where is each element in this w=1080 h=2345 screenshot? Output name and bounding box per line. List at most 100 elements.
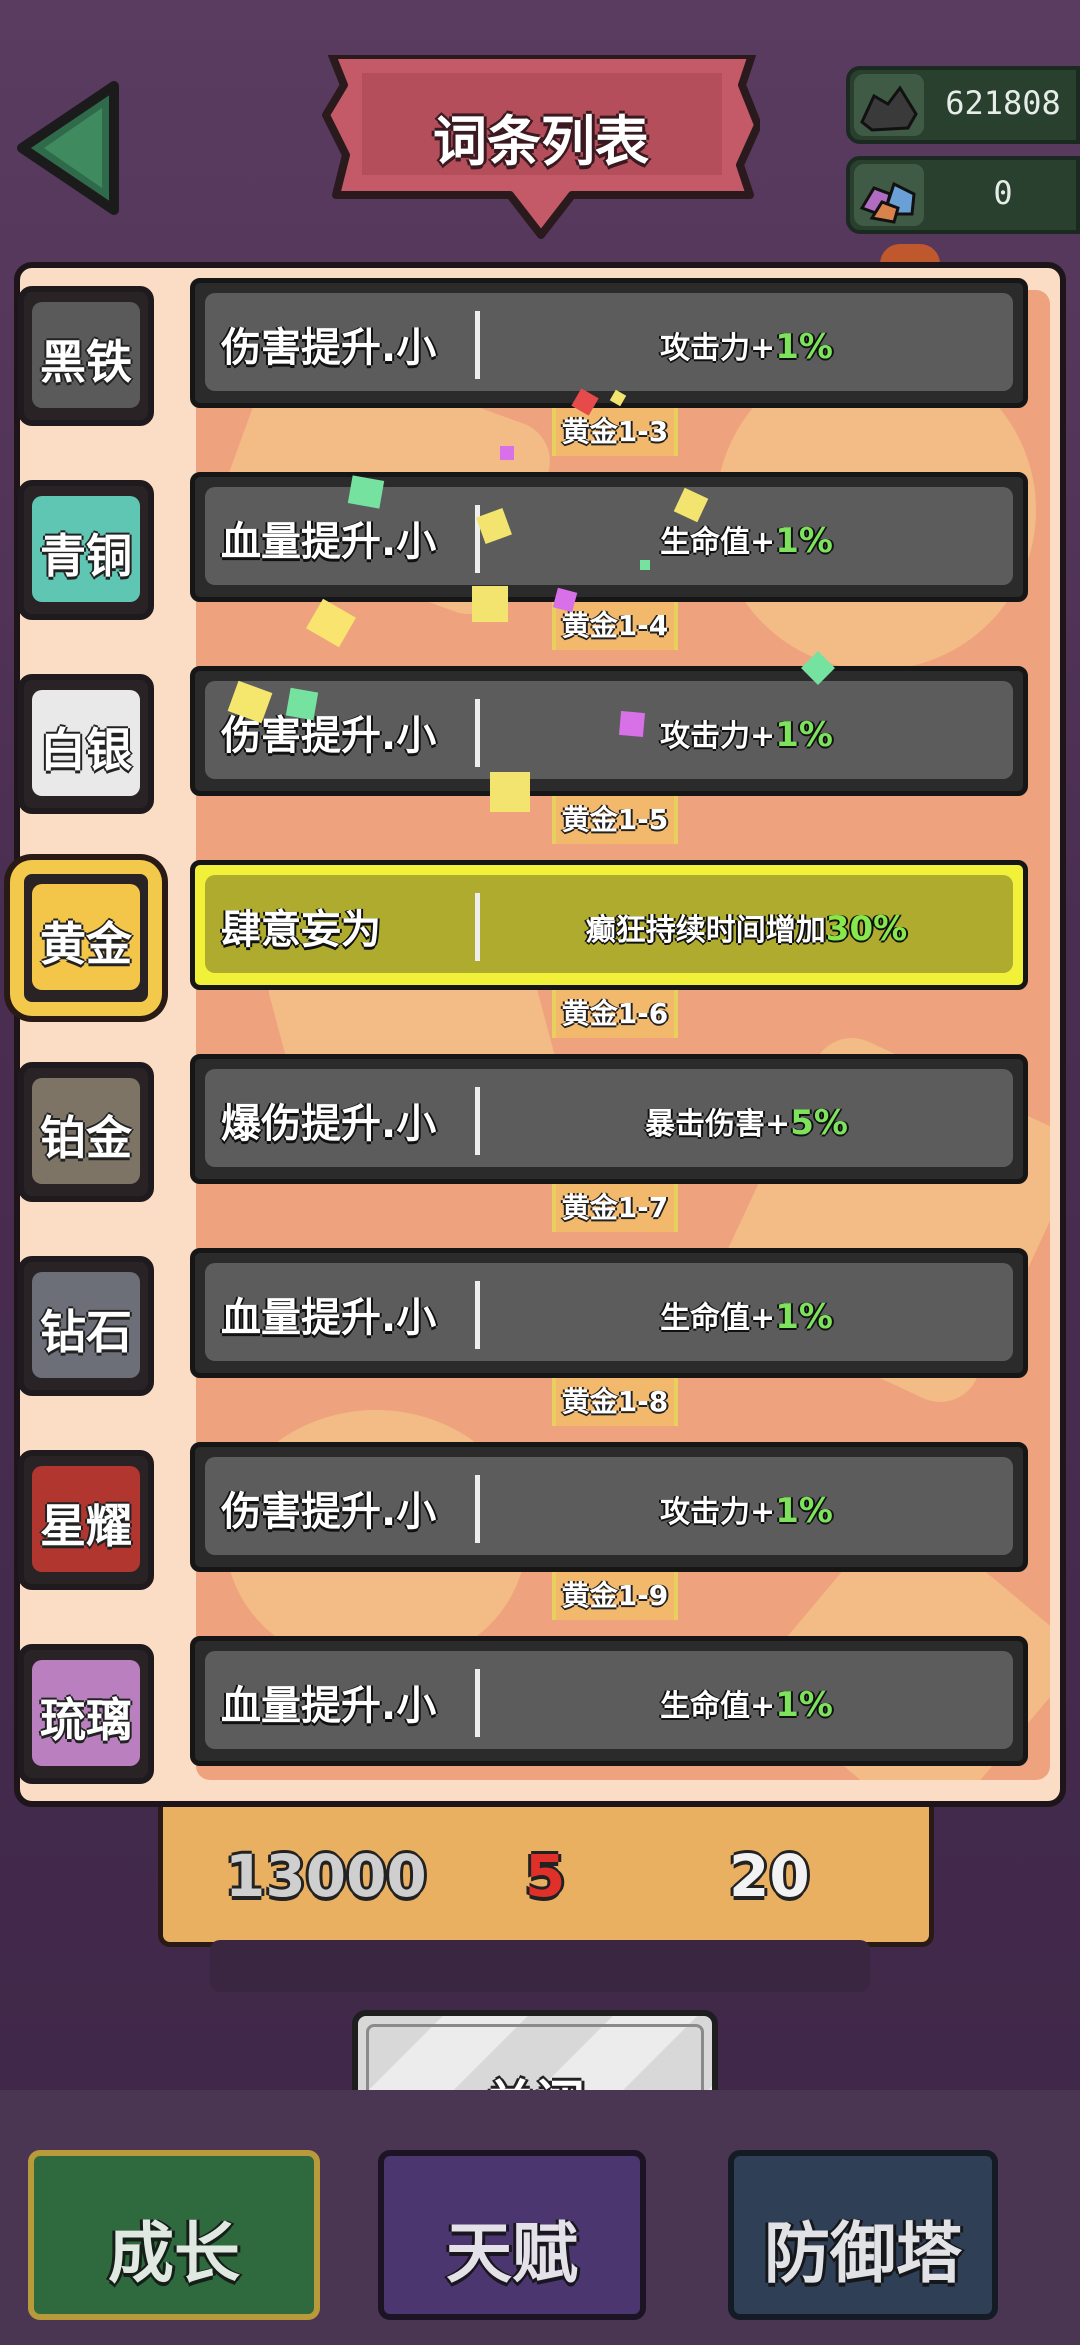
resource-crystal-value: 0 bbox=[993, 174, 1013, 212]
affix-divider bbox=[475, 1475, 480, 1543]
affix-row[interactable]: 血量提升.小 生命值+1% bbox=[190, 472, 1028, 602]
page-title: 词条列表 bbox=[433, 110, 649, 173]
affix-effect: 生命值+1% bbox=[490, 1681, 1003, 1725]
affix-divider bbox=[475, 1281, 480, 1349]
confetti-particle bbox=[472, 586, 508, 622]
affix-row[interactable]: 伤害提升.小 攻击力+1% bbox=[190, 1442, 1028, 1572]
nav-tab-talent-label: 天赋 bbox=[446, 2215, 578, 2292]
tier-label: 星耀 bbox=[40, 1499, 132, 1553]
affix-row[interactable]: 伤害提升.小 攻击力+1% bbox=[190, 278, 1028, 408]
affix-effect-percent: 5% bbox=[790, 1103, 848, 1143]
affix-effect: 攻击力+1% bbox=[490, 1487, 1003, 1531]
cost-box-shadow bbox=[210, 1940, 870, 1992]
tier-tab-7[interactable]: 琉璃 bbox=[18, 1644, 154, 1784]
affix-effect: 攻击力+1% bbox=[490, 711, 1003, 755]
affix-effect-text: 攻击力+ bbox=[660, 331, 776, 366]
affix-effect-percent: 1% bbox=[775, 1297, 833, 1337]
cost-gold-value: 20 bbox=[729, 1842, 810, 1910]
tier-tab-2[interactable]: 白银 bbox=[18, 674, 154, 814]
level-connector: 黄金1-6 bbox=[552, 990, 678, 1038]
level-connector: 黄金1-9 bbox=[552, 1572, 678, 1620]
affix-effect-text: 攻击力+ bbox=[660, 1495, 776, 1530]
resource-coal: 621808 bbox=[846, 66, 1080, 144]
affix-effect-text: 暴击伤害+ bbox=[645, 1107, 791, 1142]
cost-coal-value: 13000 bbox=[225, 1842, 427, 1910]
affix-name: 肆意妄为 bbox=[221, 907, 381, 953]
tier-tab-6[interactable]: 星耀 bbox=[18, 1450, 154, 1590]
affix-effect-percent: 1% bbox=[775, 1491, 833, 1531]
affix-effect-text: 攻击力+ bbox=[660, 719, 776, 754]
resource-coal-value: 621808 bbox=[945, 84, 1061, 122]
affix-row[interactable]: 血量提升.小 生命值+1% bbox=[190, 1636, 1028, 1766]
affix-row-body: 伤害提升.小 攻击力+1% bbox=[205, 681, 1013, 779]
affix-name: 伤害提升.小 bbox=[221, 1489, 437, 1535]
resource-third-icon bbox=[880, 244, 940, 264]
confetti-particle bbox=[347, 475, 385, 509]
back-button[interactable] bbox=[14, 78, 124, 218]
affix-row-body: 血量提升.小 生命值+1% bbox=[205, 1651, 1013, 1749]
affix-row-body: 肆意妄为 癫狂持续时间增加30% bbox=[205, 875, 1013, 973]
affix-row-body: 血量提升.小 生命值+1% bbox=[205, 1263, 1013, 1361]
affix-effect-percent: 1% bbox=[775, 1685, 833, 1725]
nav-tab-growth-label: 成长 bbox=[108, 2215, 240, 2292]
nav-tab-tower-label: 防御塔 bbox=[764, 2215, 962, 2292]
affix-effect-text: 生命值+ bbox=[660, 525, 776, 560]
upgrade-cost-box: 13000 5 20 bbox=[158, 1806, 934, 1947]
affix-effect: 生命值+1% bbox=[490, 517, 1003, 561]
affix-row[interactable]: 爆伤提升.小 暴击伤害+5% bbox=[190, 1054, 1028, 1184]
affix-divider bbox=[475, 699, 480, 767]
affix-effect-percent: 30% bbox=[825, 909, 908, 949]
affix-divider bbox=[475, 311, 480, 379]
affix-name: 爆伤提升.小 bbox=[221, 1101, 437, 1147]
tier-tab-5[interactable]: 钻石 bbox=[18, 1256, 154, 1396]
affix-effect-text: 生命值+ bbox=[660, 1689, 776, 1724]
tier-label: 琉璃 bbox=[40, 1693, 132, 1747]
affix-effect: 癫狂持续时间增加30% bbox=[490, 905, 1003, 949]
tier-label: 钻石 bbox=[40, 1305, 132, 1359]
tier-tab-0[interactable]: 黑铁 bbox=[18, 286, 154, 426]
affix-row[interactable]: 肆意妄为 癫狂持续时间增加30% bbox=[190, 860, 1028, 990]
affix-row[interactable]: 伤害提升.小 攻击力+1% bbox=[190, 666, 1028, 796]
affix-effect-text: 生命值+ bbox=[660, 1301, 776, 1336]
affix-effect-percent: 1% bbox=[775, 327, 833, 367]
tier-tab-4[interactable]: 铂金 bbox=[18, 1062, 154, 1202]
affix-divider bbox=[475, 1669, 480, 1737]
affix-effect: 攻击力+1% bbox=[490, 323, 1003, 367]
affix-divider bbox=[475, 893, 480, 961]
affix-row[interactable]: 血量提升.小 生命值+1% bbox=[190, 1248, 1028, 1378]
nav-tab-growth[interactable]: 成长 bbox=[28, 2150, 320, 2320]
confetti-particle bbox=[618, 710, 646, 738]
affix-row-body: 伤害提升.小 攻击力+1% bbox=[205, 1457, 1013, 1555]
coal-ore-icon bbox=[854, 74, 924, 136]
confetti-particle bbox=[490, 772, 530, 812]
tier-label: 白银 bbox=[40, 723, 132, 777]
tier-label: 黄金 bbox=[40, 917, 132, 971]
affix-row-body: 伤害提升.小 攻击力+1% bbox=[205, 293, 1013, 391]
tier-label: 黑铁 bbox=[40, 335, 132, 389]
nav-tab-tower[interactable]: 防御塔 bbox=[728, 2150, 998, 2320]
affix-name: 血量提升.小 bbox=[221, 1683, 437, 1729]
affix-row-body: 血量提升.小 生命值+1% bbox=[205, 487, 1013, 585]
level-connector: 黄金1-3 bbox=[552, 408, 678, 456]
resource-crystal: 0 bbox=[846, 156, 1080, 234]
confetti-particle bbox=[640, 560, 650, 570]
confetti-particle bbox=[500, 446, 514, 460]
tier-label: 铂金 bbox=[40, 1111, 132, 1165]
tier-tab-3[interactable]: 黄金 bbox=[18, 868, 154, 1008]
affix-effect-text: 癫狂持续时间增加 bbox=[585, 913, 826, 948]
level-connector: 黄金1-8 bbox=[552, 1378, 678, 1426]
level-connector: 黄金1-5 bbox=[552, 796, 678, 844]
level-connector: 黄金1-7 bbox=[552, 1184, 678, 1232]
title-banner: 词条列表 bbox=[322, 55, 760, 240]
affix-effect: 生命值+1% bbox=[490, 1293, 1003, 1337]
affix-row-body: 爆伤提升.小 暴击伤害+5% bbox=[205, 1069, 1013, 1167]
affix-name: 伤害提升.小 bbox=[221, 325, 437, 371]
affix-name: 血量提升.小 bbox=[221, 1295, 437, 1341]
affix-effect-percent: 1% bbox=[775, 715, 833, 755]
tier-tab-1[interactable]: 青铜 bbox=[18, 480, 154, 620]
affix-effect-percent: 1% bbox=[775, 521, 833, 561]
nav-tab-talent[interactable]: 天赋 bbox=[378, 2150, 646, 2320]
tier-label: 青铜 bbox=[40, 529, 132, 583]
cost-crystal-value: 5 bbox=[525, 1842, 566, 1910]
affix-name: 血量提升.小 bbox=[221, 519, 437, 565]
